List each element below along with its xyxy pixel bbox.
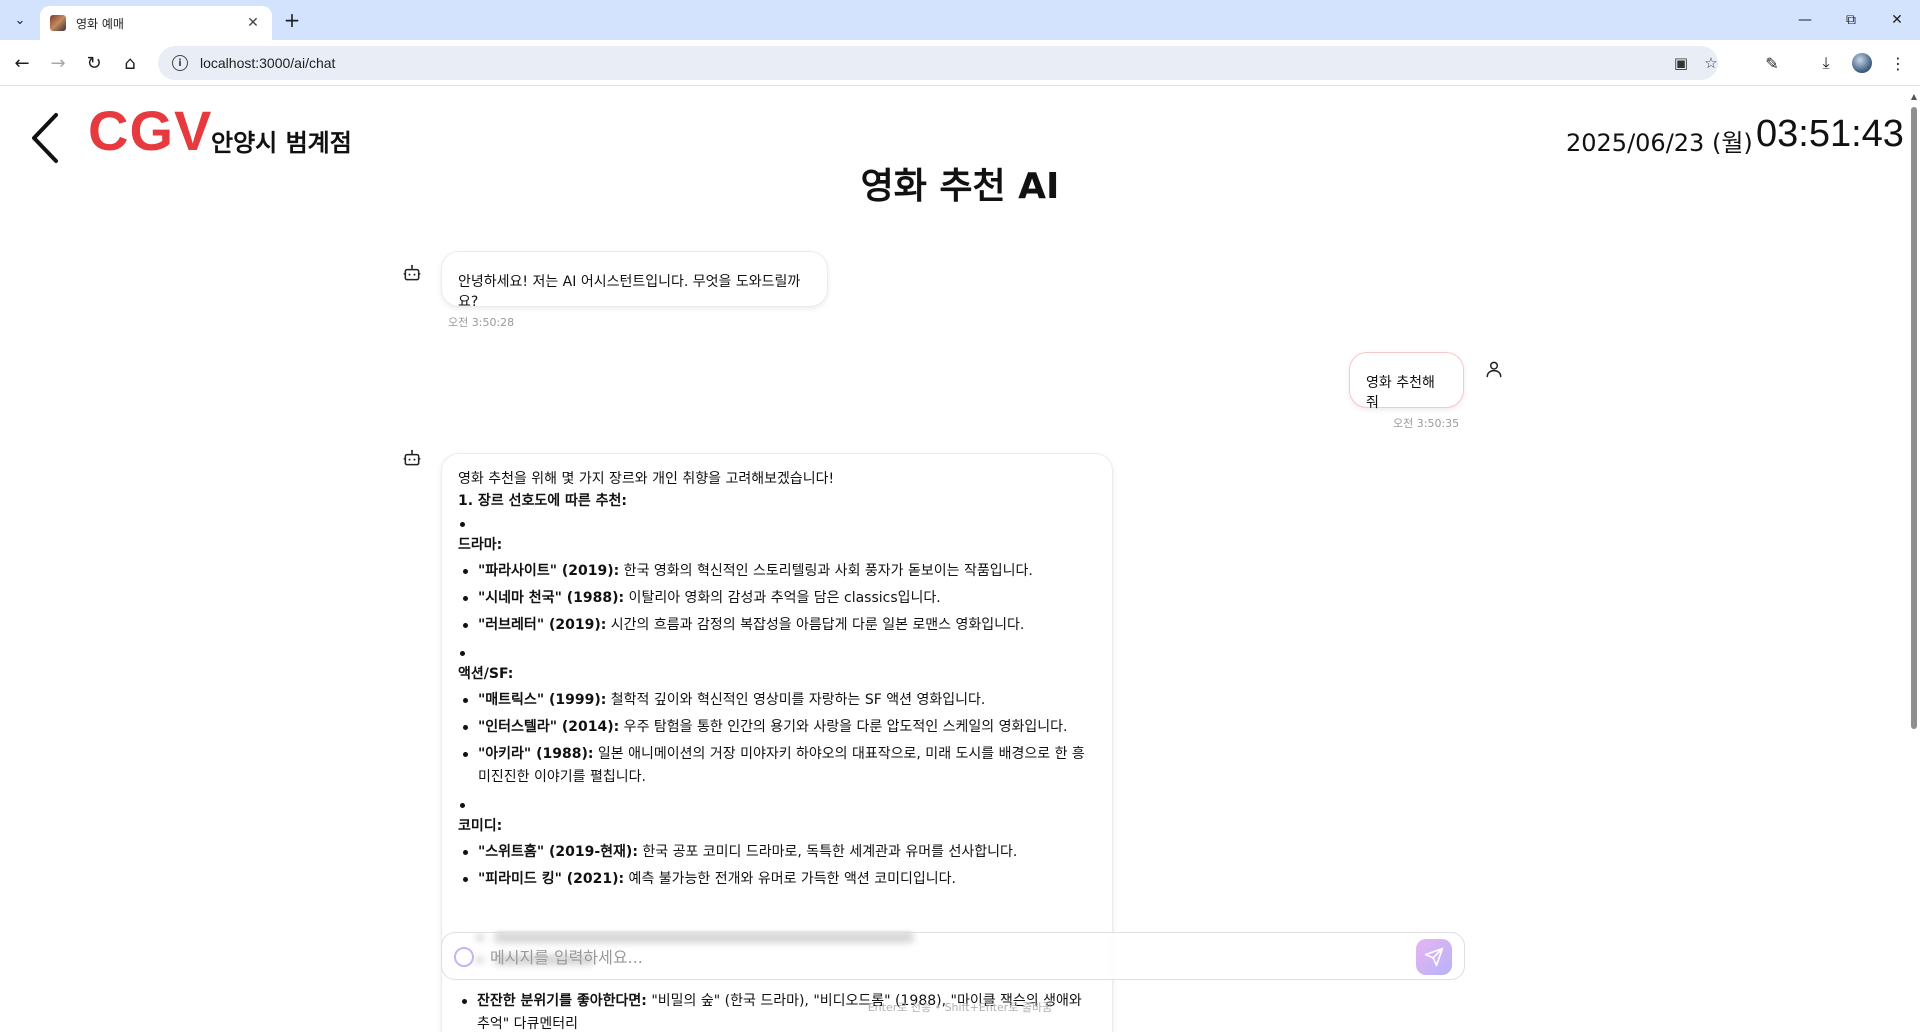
bot-avatar (394, 440, 430, 476)
downloads-icon[interactable]: ⤓ (1812, 49, 1840, 77)
list-item: "러브레터" (2019): 시간의 흐름과 감정의 복잡성을 아름답게 다룬 … (458, 614, 1096, 637)
send-button[interactable] (1416, 939, 1452, 975)
menu-kebab-icon[interactable]: ⋮ (1884, 49, 1912, 77)
reply-section-title: 1. 장르 선호도에 따른 추천: (458, 493, 627, 509)
back-arrow-icon[interactable]: ← (8, 49, 36, 77)
message-timestamp: 오전 3:50:35 (1393, 417, 1460, 430)
reload-icon[interactable]: ↻ (80, 49, 108, 77)
minimize-icon[interactable]: — (1782, 0, 1828, 40)
browser-tab-bar: ⌄ 영화 예매 ✕ + — ⧉ ✕ (0, 0, 1920, 40)
profile-avatar[interactable] (1852, 53, 1872, 73)
bookmark-star-icon[interactable]: ☆ (1700, 52, 1722, 74)
install-app-icon[interactable]: ▣ (1670, 52, 1692, 74)
window-close-icon[interactable]: ✕ (1874, 0, 1920, 40)
input-hint: Enter로 전송 • Shift+Enter로 줄바꿈 (867, 1001, 1053, 1014)
chat-page: ▲ CGV 안양시 범계점 2025/06/23 (월) 03:51:43 영화… (0, 87, 1920, 1032)
browser-toolbar: ← → ↻ ⌂ i localhost:3000/ai/chat ▣ ☆ ✎ ⤓… (0, 40, 1920, 86)
current-time: 03:51:43 (1756, 113, 1904, 155)
home-icon[interactable]: ⌂ (116, 49, 144, 77)
browser-tab[interactable]: 영화 예매 ✕ (40, 6, 272, 40)
new-tab-plus-icon[interactable]: + (280, 8, 304, 32)
genre-heading: 드라마: (458, 537, 503, 553)
current-date: 2025/06/23 (월) (1566, 129, 1753, 157)
bot-icon (403, 264, 421, 281)
address-url: localhost:3000/ai/chat (200, 55, 336, 71)
tab-close-icon[interactable]: ✕ (244, 15, 262, 31)
loading-ring-icon (454, 947, 474, 967)
chat-input-bar (441, 932, 1465, 980)
genre-heading: 코미디: (458, 818, 503, 834)
list-item: "파라사이트" (2019): 한국 영화의 혁신적인 스토리텔링과 사회 풍자… (458, 560, 1096, 583)
restore-icon[interactable]: ⧉ (1828, 0, 1874, 40)
tab-favicon-icon (50, 15, 66, 31)
send-paper-plane-icon (1424, 947, 1444, 967)
bot-icon (403, 449, 421, 466)
list-item: "시네마 천국" (1988): 이탈리아 영화의 감성과 추억을 담은 cla… (458, 587, 1096, 610)
tab-search-chevron-icon[interactable]: ⌄ (8, 8, 32, 32)
list-item: "피라미드 킹" (2021): 예측 불가능한 전개와 유머로 가득한 액션 … (458, 868, 1096, 891)
forward-arrow-icon[interactable]: → (44, 49, 72, 77)
tab-title: 영화 예매 (76, 16, 124, 31)
bot-message-text: 안녕하세요! 저는 AI 어시스턴트입니다. 무엇을 도와드릴까요? (458, 274, 801, 310)
address-bar[interactable]: i localhost:3000/ai/chat ▣ ☆ (158, 46, 1718, 80)
site-info-icon[interactable]: i (172, 55, 188, 71)
list-item: "인터스텔라" (2014): 우주 탐험을 통한 인간의 용기와 사랑을 다룬… (458, 716, 1096, 739)
user-message-bubble: 영화 추천해줘 (1349, 352, 1464, 411)
branch-name: 안양시 범계점 (211, 129, 352, 157)
bot-message-bubble: 안녕하세요! 저는 AI 어시스턴트입니다. 무엇을 도와드릴까요? (441, 251, 828, 310)
list-bullet (458, 645, 1096, 663)
list-item: "아키라" (1988): 일본 애니메이션의 거장 미야자키 하야오의 대표작… (458, 743, 1096, 789)
extensions-puzzle-icon[interactable]: ✎ (1758, 49, 1786, 77)
message-timestamp: 오전 3:50:28 (448, 316, 515, 329)
scroll-up-arrow-icon[interactable]: ▲ (1910, 93, 1918, 101)
reply-intro: 영화 추천을 위해 몇 가지 장르와 개인 취향을 고려해보겠습니다! (458, 471, 835, 487)
list-bullet (458, 797, 1096, 815)
cgv-logo[interactable]: CGV (88, 103, 212, 159)
list-bullet (458, 516, 1096, 534)
user-icon (1486, 361, 1502, 378)
message-input[interactable] (490, 943, 1390, 971)
list-item: "매트릭스" (1999): 철학적 깊이와 혁신적인 영상미를 자랑하는 SF… (458, 689, 1096, 712)
page-title: 영화 추천 AI (860, 166, 1060, 207)
bot-avatar (394, 255, 430, 291)
user-avatar (1476, 351, 1512, 387)
user-message-text: 영화 추천해줘 (1366, 375, 1435, 411)
genre-heading: 액션/SF: (458, 666, 514, 682)
list-item: "스위트홈" (2019-현재): 한국 공포 코미디 드라마로, 독특한 세계… (458, 841, 1096, 864)
